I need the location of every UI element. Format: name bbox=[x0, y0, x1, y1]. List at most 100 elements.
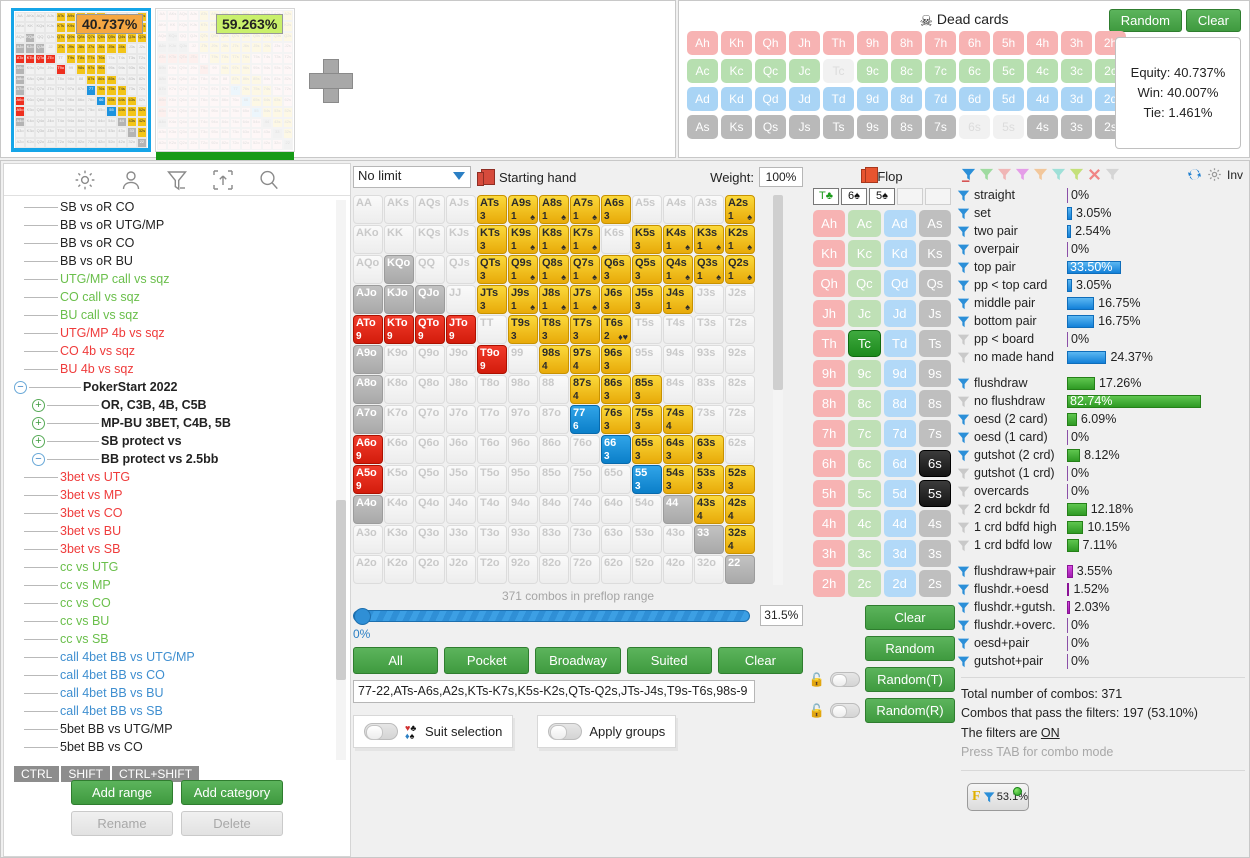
hand-cell-64s[interactable]: 64s 3 bbox=[663, 435, 693, 464]
hand-cell-32o[interactable]: 32o bbox=[694, 555, 724, 584]
board-card-8s[interactable]: 8s bbox=[918, 390, 951, 417]
filter-toggle-1-crd-bdfd-high[interactable]: 1 crd bdfd high bbox=[957, 520, 1067, 534]
hand-cell-86o[interactable]: 86o bbox=[539, 435, 569, 464]
hand-cell-QJo[interactable]: QJo bbox=[415, 285, 445, 314]
hand-cell-33[interactable]: 33 bbox=[694, 525, 724, 554]
hand-cell-75o[interactable]: 75o bbox=[570, 465, 600, 494]
apply-groups-switch[interactable] bbox=[548, 723, 583, 740]
board-card-Tc[interactable]: Tc bbox=[848, 330, 881, 357]
hand-cell-Q6s[interactable]: Q6s 3 bbox=[601, 255, 631, 284]
tree-node-10[interactable]: − PokerStart 2022 bbox=[6, 378, 348, 396]
suit-selection-toggle[interactable]: ♥♣ ♦♠ Suit selection bbox=[353, 715, 514, 748]
filters-state-value[interactable]: ON bbox=[1041, 726, 1060, 740]
quick-broadway-button[interactable]: Broadway bbox=[535, 647, 621, 674]
hand-cell-42s[interactable]: 42s 4 bbox=[725, 495, 755, 524]
hand-cell-Q8o[interactable]: Q8o bbox=[415, 375, 445, 404]
tree-node-28[interactable]: call 4bet BB vs SB bbox=[6, 702, 348, 720]
hand-cell-J4o[interactable]: J4o bbox=[446, 495, 476, 524]
hand-cell-KQs[interactable]: KQs bbox=[415, 225, 445, 254]
tree-node-13[interactable]: + SB protect vs bbox=[6, 432, 348, 450]
board-card-2s[interactable]: 2s bbox=[918, 570, 951, 597]
tree-node-21[interactable]: cc vs MP bbox=[6, 576, 348, 594]
tree-node-0[interactable]: SB vs oR CO bbox=[6, 198, 348, 216]
hand-cell-AJs[interactable]: AJs bbox=[446, 195, 476, 224]
dead-card-7d[interactable]: 7d bbox=[925, 87, 956, 111]
dead-card-Ts[interactable]: Ts bbox=[823, 115, 854, 139]
hand-cell-K2s[interactable]: K2s 1 ♠ bbox=[725, 225, 755, 254]
dead-random-button[interactable]: Random bbox=[1108, 9, 1182, 32]
board-card-Kd[interactable]: Kd bbox=[883, 240, 916, 267]
tree-node-25[interactable]: call 4bet BB vs UTG/MP bbox=[6, 648, 348, 666]
hand-cell-K3s[interactable]: K3s 1 ♠ bbox=[694, 225, 724, 254]
hand-cell-T2o[interactable]: T2o bbox=[477, 555, 507, 584]
filter-toggle-flushdraw-pair[interactable]: flushdraw+pair bbox=[957, 564, 1067, 578]
dead-card-9s[interactable]: 9s bbox=[857, 115, 888, 139]
grid-scrollbar-thumb[interactable] bbox=[773, 195, 783, 390]
dead-card-9c[interactable]: 9c bbox=[857, 59, 888, 83]
board-card-4d[interactable]: 4d bbox=[883, 510, 916, 537]
board-card-Kc[interactable]: Kc bbox=[848, 240, 881, 267]
tree-node-23[interactable]: cc vs BU bbox=[6, 612, 348, 630]
filter-toggle-oesd-2-card-[interactable]: oesd (2 card) bbox=[957, 412, 1067, 426]
hand-cell-42o[interactable]: 42o bbox=[663, 555, 693, 584]
hand-cell-52o[interactable]: 52o bbox=[632, 555, 662, 584]
tree-node-19[interactable]: 3bet vs SB bbox=[6, 540, 348, 558]
gear-icon[interactable] bbox=[1207, 167, 1222, 182]
hand-cell-A9s[interactable]: A9s 1 ♠ bbox=[508, 195, 538, 224]
hand-cell-A5s[interactable]: A5s bbox=[632, 195, 662, 224]
hand-cell-J8s[interactable]: J8s 1 ♠ bbox=[539, 285, 569, 314]
hand-cell-53s[interactable]: 53s 3 bbox=[694, 465, 724, 494]
hand-cell-T8o[interactable]: T8o bbox=[477, 375, 507, 404]
board-card-8d[interactable]: 8d bbox=[883, 390, 916, 417]
board-card-Jd[interactable]: Jd bbox=[883, 300, 916, 327]
hand-cell-JTs[interactable]: JTs 3 bbox=[477, 285, 507, 314]
hand-cell-73s[interactable]: 73s bbox=[694, 405, 724, 434]
hand-cell-T2s[interactable]: T2s bbox=[725, 315, 755, 344]
random-river-button[interactable]: Random(R) bbox=[865, 698, 955, 723]
board-card-3h[interactable]: 3h bbox=[813, 540, 846, 567]
hand-cell-84o[interactable]: 84o bbox=[539, 495, 569, 524]
board-card-5s[interactable]: 5s bbox=[918, 480, 951, 507]
quick-clear-button[interactable]: Clear bbox=[717, 647, 804, 674]
suit-selection-switch[interactable] bbox=[364, 723, 398, 740]
hand-cell-K9o[interactable]: K9o bbox=[384, 345, 414, 374]
dead-card-Qh[interactable]: Qh bbox=[755, 31, 786, 55]
tree-node-16[interactable]: 3bet vs MP bbox=[6, 486, 348, 504]
tree-toggle[interactable]: + bbox=[32, 435, 45, 449]
dead-card-Qs[interactable]: Qs bbox=[755, 115, 786, 139]
board-card-3d[interactable]: 3d bbox=[883, 540, 916, 567]
board-card-2d[interactable]: 2d bbox=[883, 570, 916, 597]
hand-cell-92o[interactable]: 92o bbox=[508, 555, 538, 584]
hand-cell-K5o[interactable]: K5o bbox=[384, 465, 414, 494]
hand-cell-A6o[interactable]: A6o 9 bbox=[353, 435, 383, 464]
hand-cell-62s[interactable]: 62s bbox=[725, 435, 755, 464]
board-slot-4[interactable] bbox=[925, 188, 951, 205]
hand-cell-83s[interactable]: 83s bbox=[694, 375, 724, 404]
hand-cell-QJs[interactable]: QJs bbox=[446, 255, 476, 284]
hand-cell-J5s[interactable]: J5s 3 bbox=[632, 285, 662, 314]
filter-toggle-1-crd-bdfd-low[interactable]: 1 crd bdfd low bbox=[957, 538, 1067, 552]
filter-status-badge[interactable]: F 53.1% bbox=[967, 782, 1029, 811]
filter-toggle-two-pair[interactable]: two pair bbox=[957, 224, 1067, 238]
filter-toggle-oesd-1-card-[interactable]: oesd (1 card) bbox=[957, 430, 1067, 444]
tree-node-8[interactable]: CO 4b vs sqz bbox=[6, 342, 348, 360]
filter-toggle-flushdr-overc-[interactable]: flushdr.+overc. bbox=[957, 618, 1067, 632]
filter-toggle-overcards[interactable]: overcards bbox=[957, 484, 1067, 498]
hand-cell-94o[interactable]: 94o bbox=[508, 495, 538, 524]
dead-card-8h[interactable]: 8h bbox=[891, 31, 922, 55]
tree-node-26[interactable]: call 4bet BB vs CO bbox=[6, 666, 348, 684]
hand-cell-A8o[interactable]: A8o bbox=[353, 375, 383, 404]
hand-cell-74s[interactable]: 74s 4 bbox=[663, 405, 693, 434]
board-random-button[interactable]: Random bbox=[865, 636, 955, 661]
hand-cell-Q2s[interactable]: Q2s 1 ♠ bbox=[725, 255, 755, 284]
tree-node-30[interactable]: 5bet BB vs CO bbox=[6, 738, 348, 756]
tree-node-11[interactable]: + OR, C3B, 4B, C5B bbox=[6, 396, 348, 414]
hand-cell-22[interactable]: 22 bbox=[725, 555, 755, 584]
filter-toggle-gutshot-2-crd-[interactable]: gutshot (2 crd) bbox=[957, 448, 1067, 462]
hand-cell-65o[interactable]: 65o bbox=[601, 465, 631, 494]
dead-card-Ad[interactable]: Ad bbox=[687, 87, 718, 111]
limit-select[interactable]: No limit bbox=[353, 166, 471, 188]
hand-cell-T4s[interactable]: T4s bbox=[663, 315, 693, 344]
hand-cell-TT[interactable]: TT bbox=[477, 315, 507, 344]
board-slot-0[interactable]: T♣ bbox=[813, 188, 839, 205]
